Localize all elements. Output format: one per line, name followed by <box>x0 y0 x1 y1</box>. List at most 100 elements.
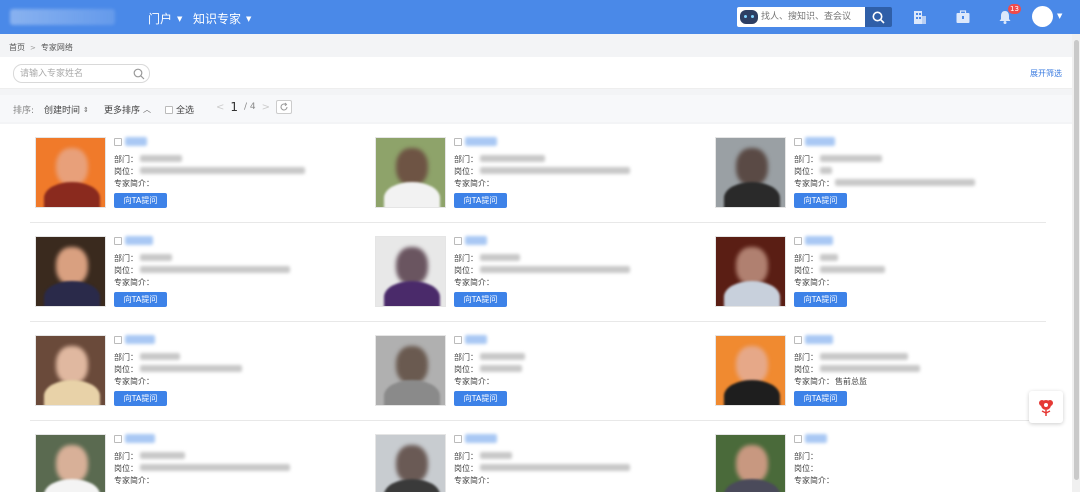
dept-label: 部门： <box>794 452 818 461</box>
dept-label: 部门： <box>794 353 818 362</box>
expert-photo[interactable] <box>375 236 446 307</box>
current-page: 1 <box>230 100 239 114</box>
breadcrumb-current: 专家网络 <box>40 43 73 52</box>
dept-value <box>820 353 908 360</box>
ask-expert-button[interactable]: 向TA提问 <box>454 193 507 208</box>
expert-name-link[interactable] <box>465 236 487 245</box>
app-logo[interactable] <box>10 9 115 25</box>
global-search <box>737 7 865 27</box>
expert-name-link[interactable] <box>125 335 155 344</box>
total-pages: / 4 <box>244 102 256 112</box>
select-all-label: 全选 <box>176 106 195 116</box>
expert-select-checkbox[interactable] <box>454 237 462 245</box>
expert-photo[interactable] <box>715 137 786 208</box>
sort-by-created-time[interactable]: 创建时间 ⇕ <box>44 103 89 117</box>
dept-label: 部门： <box>114 353 138 362</box>
expert-name-link[interactable] <box>805 137 835 146</box>
ask-expert-button[interactable]: 向TA提问 <box>114 193 167 208</box>
dept-label: 部门： <box>114 452 138 461</box>
breadcrumb-home[interactable]: 首页 <box>9 42 25 53</box>
refresh-button[interactable] <box>276 100 293 114</box>
dept-label: 部门： <box>454 452 478 461</box>
position-value <box>140 365 242 372</box>
ask-expert-button[interactable]: 向TA提问 <box>794 292 847 307</box>
expert-photo[interactable] <box>715 335 786 406</box>
expert-name-link[interactable] <box>805 434 827 443</box>
expert-select-checkbox[interactable] <box>454 336 462 344</box>
expert-card: 部门： 岗位： 专家简介： <box>375 434 695 492</box>
expert-select-checkbox[interactable] <box>794 138 802 146</box>
nav-portal[interactable]: 门户 ▼ <box>148 10 182 27</box>
expert-photo[interactable] <box>35 236 106 307</box>
expand-filter-link[interactable]: 展开筛选 <box>1030 68 1062 79</box>
expert-photo[interactable] <box>35 434 106 492</box>
expert-select-checkbox[interactable] <box>114 237 122 245</box>
expert-photo[interactable] <box>375 434 446 492</box>
expert-name-link[interactable] <box>805 335 833 344</box>
global-search-button[interactable] <box>865 7 892 27</box>
dept-label: 部门： <box>794 254 818 263</box>
expert-select-checkbox[interactable] <box>454 435 462 443</box>
page-scrollbar-thumb[interactable] <box>1074 40 1079 480</box>
expert-name-link[interactable] <box>805 236 833 245</box>
expert-select-checkbox[interactable] <box>794 237 802 245</box>
nav-knowledge-expert[interactable]: 知识专家 ▼ <box>193 10 251 27</box>
chevron-left-icon[interactable]: < <box>216 102 224 113</box>
building-icon[interactable] <box>912 9 928 25</box>
expert-photo[interactable] <box>35 335 106 406</box>
ask-expert-button[interactable]: 向TA提问 <box>794 391 847 406</box>
intro-label: 专家简介： <box>454 179 494 188</box>
search-icon[interactable] <box>133 68 145 80</box>
expert-select-checkbox[interactable] <box>114 138 122 146</box>
select-all[interactable]: 全选 <box>165 103 194 116</box>
expert-name-link[interactable] <box>125 434 155 443</box>
expert-name-link[interactable] <box>465 434 497 443</box>
position-value <box>480 464 630 471</box>
expert-name-link[interactable] <box>465 335 487 344</box>
expert-name-link[interactable] <box>125 236 153 245</box>
expert-photo[interactable] <box>715 434 786 492</box>
ask-expert-button[interactable]: 向TA提问 <box>114 391 167 406</box>
chevron-right-icon[interactable]: > <box>262 102 270 113</box>
expert-select-checkbox[interactable] <box>794 435 802 443</box>
expert-photo[interactable] <box>715 236 786 307</box>
dept-value <box>480 254 520 261</box>
expert-name-link[interactable] <box>465 137 497 146</box>
dept-label: 部门： <box>794 155 818 164</box>
expert-photo[interactable] <box>375 137 446 208</box>
robot-icon[interactable] <box>740 10 758 24</box>
dept-value <box>480 155 545 162</box>
expert-card: 部门： 岗位： 专家简介： 向TA提问 <box>375 236 695 316</box>
expert-name-input[interactable] <box>13 64 150 83</box>
more-sort-label: 更多排序 <box>104 106 141 116</box>
expert-photo[interactable] <box>35 137 106 208</box>
user-avatar[interactable] <box>1032 6 1053 27</box>
expert-photo[interactable] <box>375 335 446 406</box>
expert-select-checkbox[interactable] <box>794 336 802 344</box>
filter-panel: 展开筛选 <box>0 57 1072 89</box>
intro-value <box>835 179 975 186</box>
briefcase-icon[interactable] <box>955 9 971 25</box>
chevron-down-icon[interactable]: ▼ <box>1057 12 1062 20</box>
ask-expert-button[interactable]: 向TA提问 <box>454 292 507 307</box>
expert-select-checkbox[interactable] <box>114 435 122 443</box>
expert-name-link[interactable] <box>125 137 147 146</box>
dept-value <box>140 155 182 162</box>
dept-value <box>480 353 525 360</box>
more-sort-dropdown[interactable]: 更多排序 ︿ <box>104 103 151 116</box>
global-search-input[interactable] <box>761 8 861 26</box>
floating-helper-widget[interactable] <box>1029 391 1063 423</box>
ask-expert-button[interactable]: 向TA提问 <box>454 391 507 406</box>
select-all-checkbox[interactable] <box>165 105 173 114</box>
intro-label: 专家简介： <box>794 179 834 188</box>
expert-card: 部门： 岗位： 专家简介： <box>715 434 1035 492</box>
breadcrumb: 首页 > 专家网络 <box>9 42 73 53</box>
expert-select-checkbox[interactable] <box>454 138 462 146</box>
position-value <box>820 167 832 174</box>
ask-expert-button[interactable]: 向TA提问 <box>794 193 847 208</box>
ask-expert-button[interactable]: 向TA提问 <box>114 292 167 307</box>
dept-label: 部门： <box>114 254 138 263</box>
intro-label: 专家简介： <box>794 278 834 287</box>
expert-select-checkbox[interactable] <box>114 336 122 344</box>
row-divider <box>30 321 1046 322</box>
